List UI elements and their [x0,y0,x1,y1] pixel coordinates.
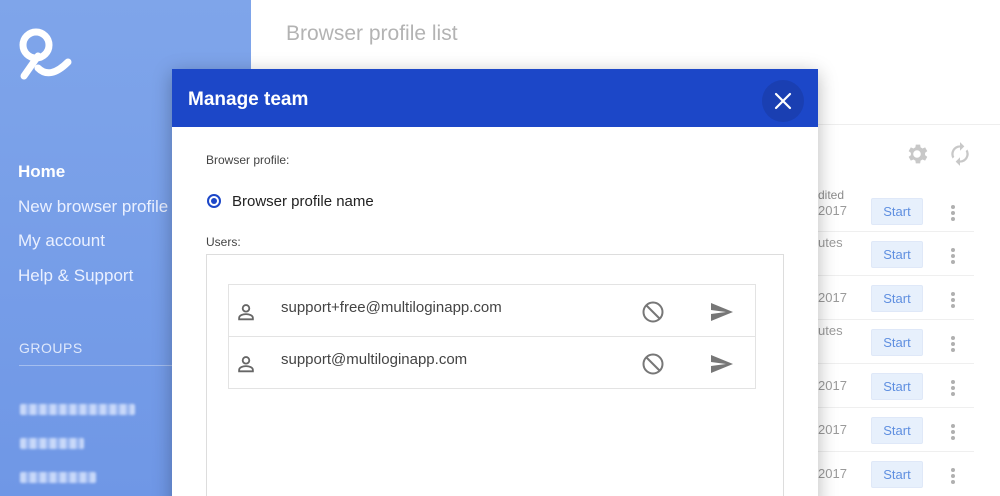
send-icon[interactable] [709,352,735,376]
sidebar-item-my-account[interactable]: My account [18,229,168,264]
block-icon[interactable] [641,352,665,376]
more-vert-icon[interactable] [950,380,956,398]
user-email: support@multiloginapp.com [281,351,468,368]
sidebar-nav: Home New browser profile My account Help… [18,160,168,298]
user-row: support@multiloginapp.com [228,336,756,389]
more-vert-icon[interactable] [950,292,956,310]
more-vert-icon[interactable] [950,205,956,223]
person-icon [238,356,254,373]
start-button[interactable]: Start [871,417,923,444]
person-icon [238,304,254,321]
block-icon[interactable] [641,300,665,324]
start-button[interactable]: Start [871,329,923,356]
row-divider [818,451,974,452]
row-divider [818,275,974,276]
settings-icon[interactable] [904,141,930,167]
start-button[interactable]: Start [871,198,923,225]
groups-heading: GROUPS [19,340,83,356]
user-email: support+free@multiloginapp.com [281,299,502,316]
row-last-edited: 2017 [818,422,847,437]
row-last-edited: 2017 [818,378,847,393]
start-button[interactable]: Start [871,373,923,400]
users-label: Users: [206,235,241,249]
more-vert-icon[interactable] [950,468,956,486]
profile-radio[interactable] [207,194,221,208]
logo-icon[interactable] [14,26,74,82]
close-icon [774,92,792,110]
row-last-edited: utes [818,323,843,338]
row-divider [818,319,974,320]
row-divider [818,363,974,364]
users-list: support+free@multiloginapp.com support@m… [206,254,784,496]
more-vert-icon[interactable] [950,336,956,354]
more-vert-icon[interactable] [950,248,956,266]
column-header-last-edited: dited [818,188,845,202]
start-button[interactable]: Start [871,241,923,268]
row-divider [818,231,974,232]
page-title: Browser profile list [286,22,458,45]
start-button[interactable]: Start [871,285,923,312]
close-button[interactable] [762,80,804,122]
profile-name[interactable]: Browser profile name [232,193,374,210]
sidebar-item-home[interactable]: Home [18,160,168,195]
row-last-edited: 2017 [818,466,847,481]
sidebar-item-new-browser-profile[interactable]: New browser profile [18,195,168,230]
start-button[interactable]: Start [871,461,923,488]
user-row: support+free@multiloginapp.com [228,284,756,337]
send-icon[interactable] [709,300,735,324]
dialog-header: Manage team [172,69,818,127]
row-divider [818,407,974,408]
group-item-redacted[interactable] [20,472,96,483]
sidebar-item-help-support[interactable]: Help & Support [18,264,168,299]
group-item-redacted[interactable] [20,438,84,449]
refresh-icon[interactable] [947,141,973,167]
manage-team-dialog: Manage team Browser profile: Browser pro… [172,69,818,496]
row-last-edited: 2017 [818,290,847,305]
row-last-edited: utes [818,235,843,250]
browser-profile-label: Browser profile: [206,153,290,167]
dialog-title: Manage team [188,89,309,110]
row-last-edited: 2017 [818,203,847,218]
group-item-redacted[interactable] [20,404,135,415]
more-vert-icon[interactable] [950,424,956,442]
